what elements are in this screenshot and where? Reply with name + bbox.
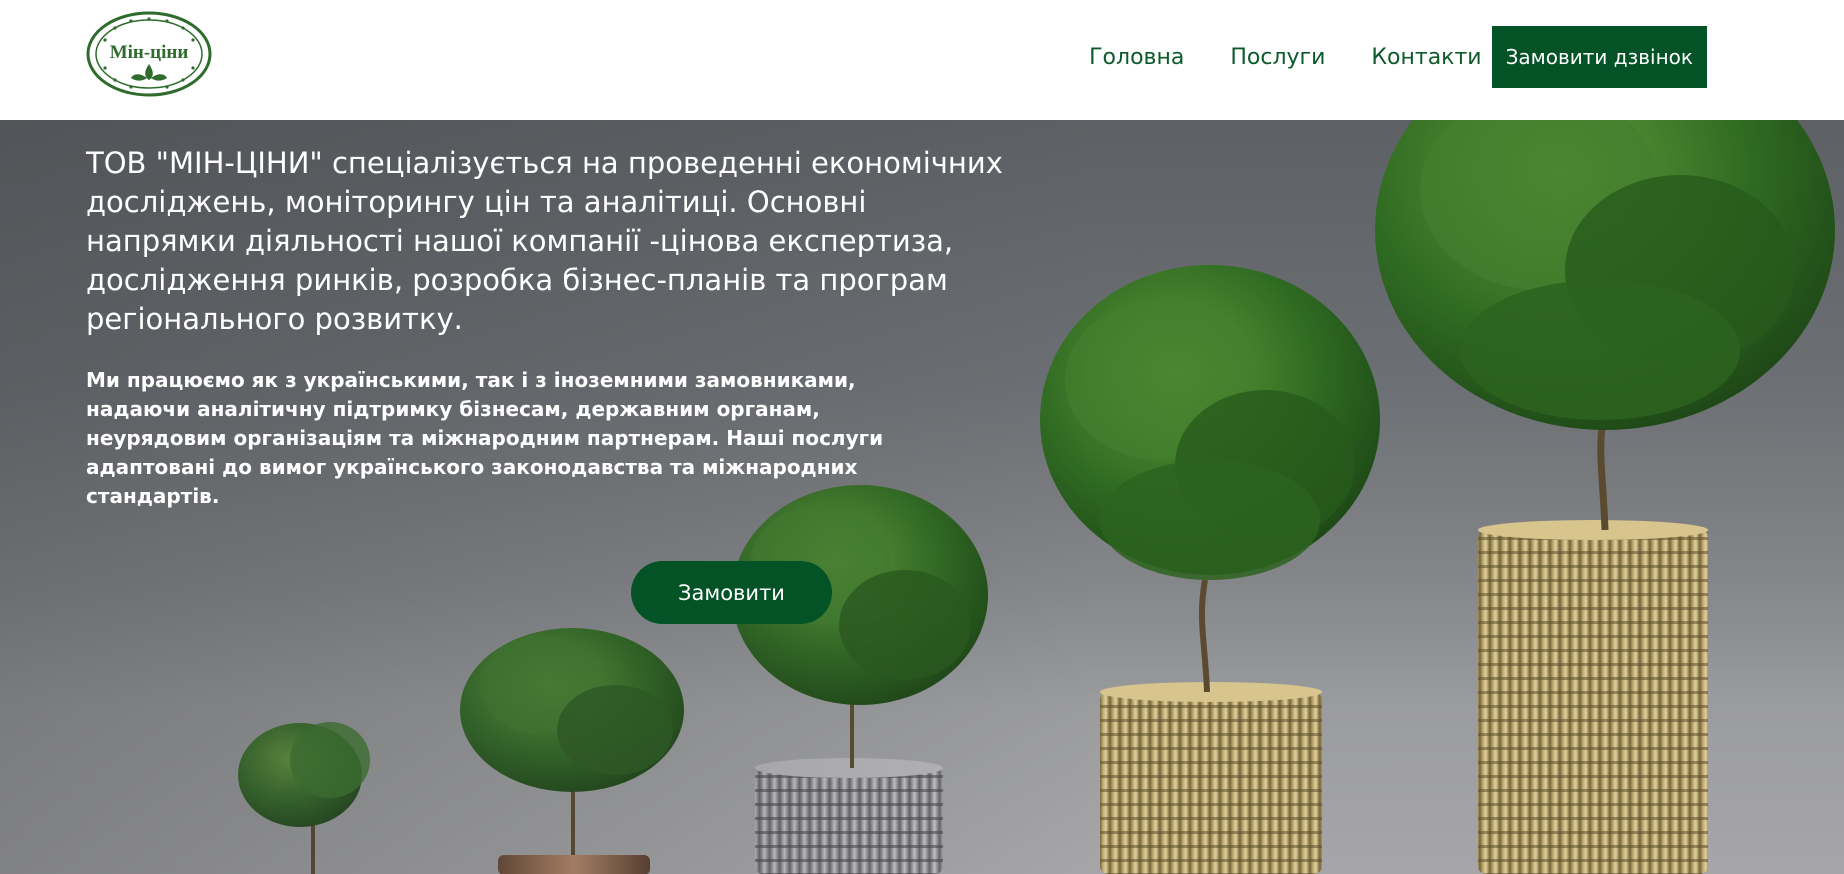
svg-text:Мін-ціни: Мін-ціни [110, 42, 189, 63]
site-header: Мін-ціни Головна Послуги Контакти Замови… [0, 0, 1844, 120]
tree-5 [1375, 120, 1835, 874]
order-button[interactable]: Замовити [631, 561, 832, 624]
hero-description: Ми працюємо як з українськими, так і з і… [86, 368, 884, 508]
nav-link-contacts[interactable]: Контакти [1371, 45, 1481, 70]
nav-link-services[interactable]: Послуги [1230, 45, 1325, 70]
order-call-button[interactable]: Замовити дзвінок [1491, 26, 1707, 88]
nav-link-home[interactable]: Головна [1089, 45, 1184, 70]
company-logo[interactable]: Мін-ціни [85, 10, 213, 98]
main-nav: Головна Послуги Контакти Замовити дзвіно… [1089, 26, 1707, 88]
hero-title: ТОВ "МІН-ЦІНИ" спеціалізується на провед… [86, 146, 1003, 336]
hero-section: ТОВ "МІН-ЦІНИ" спеціалізується на провед… [0, 120, 1844, 874]
logo-emblem: Мін-ціни [86, 11, 212, 97]
